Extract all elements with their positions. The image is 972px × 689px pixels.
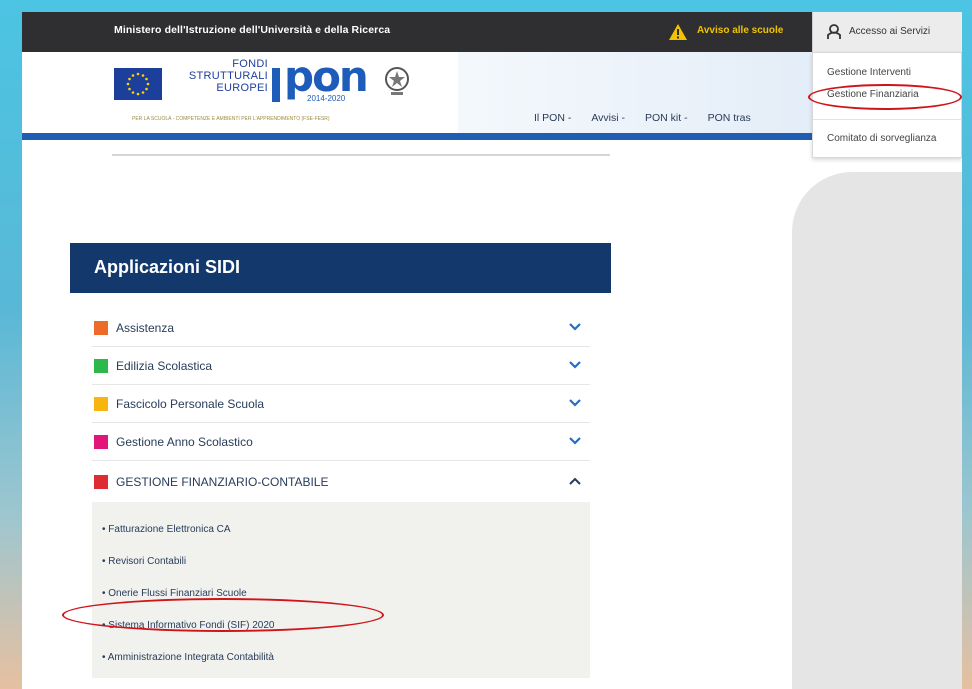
color-square — [94, 435, 108, 449]
logo-line: EUROPEI — [216, 82, 268, 94]
menu-row-edilizia[interactable]: Edilizia Scolastica — [92, 347, 590, 385]
highlight-ellipse-finanziaria — [808, 84, 962, 110]
menu-row-assistenza[interactable]: Assistenza — [92, 309, 590, 347]
chevron-down-icon — [569, 323, 581, 331]
nav-item-il-pon[interactable]: Il PON - — [534, 112, 571, 124]
nav-item-pon-kit[interactable]: PON kit - — [645, 112, 688, 124]
divider-line — [112, 154, 610, 156]
menu-row-gestione-anno[interactable]: Gestione Anno Scolastico — [92, 423, 590, 461]
dropdown-divider — [813, 119, 962, 120]
menu-row-fascicolo[interactable]: Fascicolo Personale Scuola — [92, 385, 590, 423]
color-square — [94, 397, 108, 411]
dropdown-item-gestione-interventi[interactable]: Gestione Interventi — [827, 67, 911, 78]
chevron-up-icon — [569, 477, 581, 485]
logo-line: STRUTTURALI — [188, 70, 268, 82]
menu-row-gestione-finanziario[interactable]: GESTIONE FINANZIARIO-CONTABILE — [92, 461, 590, 503]
nav-item-pon-trasparenza[interactable]: PON tras — [708, 112, 751, 124]
color-square — [94, 321, 108, 335]
access-services-button[interactable]: Accesso ai Servizi — [812, 12, 962, 52]
nav-item-avvisi[interactable]: Avvisi - — [591, 112, 625, 124]
submenu-item-fatturazione[interactable]: • Fatturazione Elettronica CA — [102, 524, 231, 535]
italian-emblem-icon — [385, 67, 409, 95]
menu-row-label: Gestione Anno Scolastico — [116, 435, 253, 449]
user-icon — [827, 24, 841, 39]
right-decorative-panel — [792, 172, 962, 689]
color-square — [94, 359, 108, 373]
submenu-item-revisori[interactable]: • Revisori Contabili — [102, 556, 186, 567]
fondi-strutturali-logo: FONDI STRUTTURALI EUROPEI — [168, 58, 268, 94]
sidi-title: Applicazioni SIDI — [94, 257, 241, 277]
page: Ministero dell'Istruzione dell'Universit… — [22, 12, 962, 689]
pon-years: 2014-2020 — [307, 94, 346, 103]
eu-flag-logo — [114, 68, 162, 100]
warning-triangle-icon — [669, 24, 687, 40]
dropdown-item-comitato[interactable]: Comitato di sorveglianza — [827, 133, 937, 144]
chevron-down-icon — [569, 437, 581, 445]
chevron-down-icon — [569, 399, 581, 407]
finanziario-submenu: • Fatturazione Elettronica CA • Revisori… — [92, 502, 590, 678]
pon-tagline: PER LA SCUOLA - COMPETENZE E AMBIENTI PE… — [132, 116, 330, 122]
menu-row-label: GESTIONE FINANZIARIO-CONTABILE — [116, 475, 329, 489]
highlight-ellipse-sif — [62, 598, 384, 632]
menu-row-label: Assistenza — [116, 321, 175, 335]
sidi-panel-header: Applicazioni SIDI — [70, 243, 611, 293]
menu-row-label: Fascicolo Personale Scuola — [116, 397, 265, 411]
ministry-title: Ministero dell'Istruzione dell'Universit… — [114, 24, 391, 36]
submenu-item-amministrazione[interactable]: • Amministrazione Integrata Contabilità — [102, 652, 274, 663]
color-square — [94, 475, 108, 489]
logo-line: FONDI — [232, 58, 268, 70]
main-nav: Il PON - Avvisi - PON kit - PON tras — [534, 112, 751, 124]
menu-row-label: Edilizia Scolastica — [116, 359, 213, 373]
pon-logo-bar — [272, 68, 280, 102]
chevron-down-icon — [569, 361, 581, 369]
access-services-label: Accesso ai Servizi — [849, 26, 931, 37]
avviso-link[interactable]: Avviso alle scuole — [697, 25, 783, 36]
